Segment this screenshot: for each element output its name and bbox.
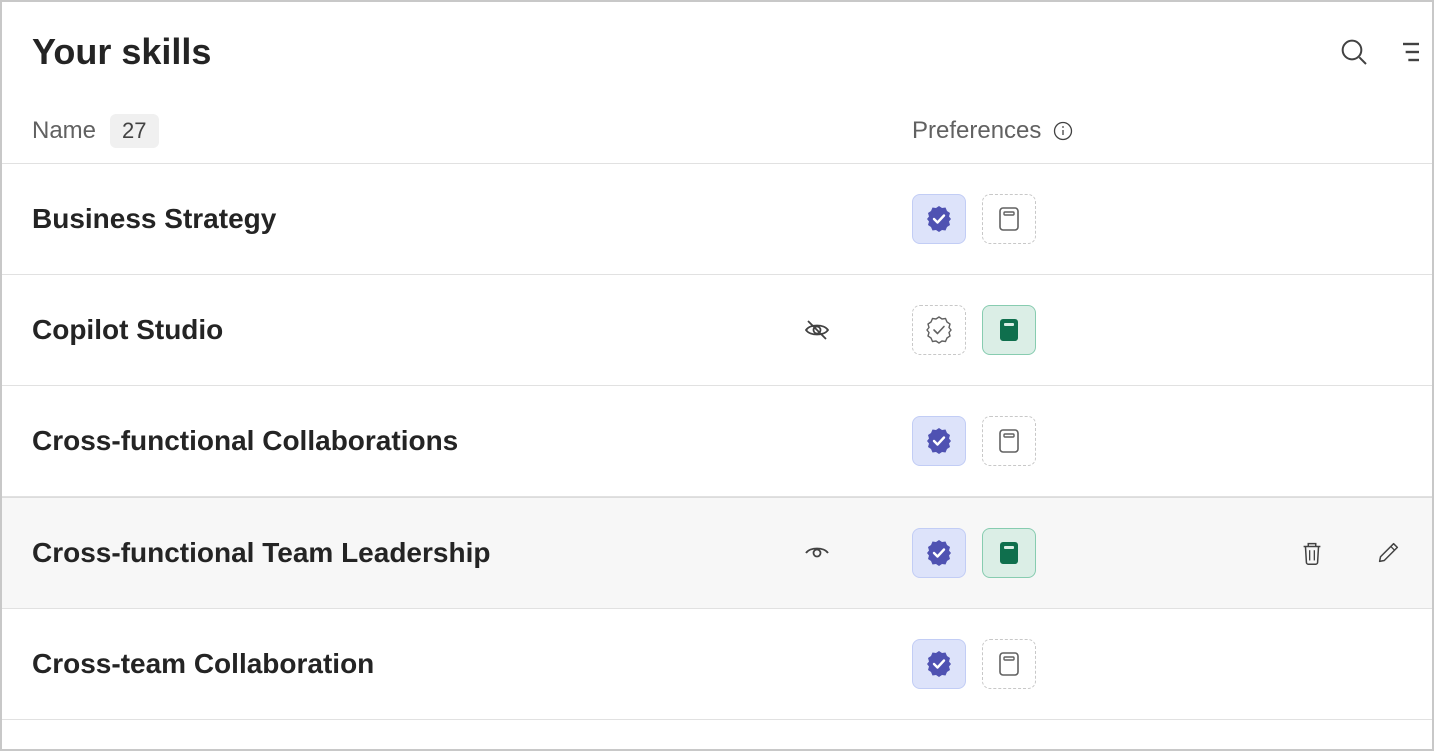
skill-name: Cross-team Collaboration (32, 648, 374, 679)
book-icon (994, 315, 1024, 345)
preferences-cell (912, 639, 1036, 689)
trash-icon (1298, 539, 1326, 567)
verified-seal-icon (924, 315, 954, 345)
columns-header: Name 27 Preferences (2, 84, 1432, 164)
preferences-cell (912, 416, 1036, 466)
row-actions (1292, 533, 1408, 573)
skill-name: Business Strategy (32, 203, 276, 234)
book-icon (994, 426, 1024, 456)
book-icon (994, 538, 1024, 568)
learn-preference[interactable] (982, 528, 1036, 578)
info-icon[interactable] (1053, 121, 1073, 141)
verified-seal-icon (924, 538, 954, 568)
skills-list: Business Strategy Copilot Studio Cross-fun… (2, 164, 1432, 720)
visibility-cell (802, 315, 912, 345)
skill-name-cell: Cross-functional Collaborations (32, 425, 802, 457)
verified-preference[interactable] (912, 416, 966, 466)
learn-preference[interactable] (982, 639, 1036, 689)
search-icon (1338, 36, 1370, 68)
verified-preference[interactable] (912, 639, 966, 689)
column-name-label: Name (32, 117, 96, 145)
skill-name-cell: Cross-team Collaboration (32, 648, 802, 680)
column-preferences-header[interactable]: Preferences (912, 117, 1073, 145)
learn-preference[interactable] (982, 194, 1036, 244)
verified-seal-icon (924, 426, 954, 456)
learn-preference[interactable] (982, 416, 1036, 466)
skill-row[interactable]: Cross-functional Collaborations (2, 386, 1432, 497)
page-title: Your skills (32, 31, 211, 73)
search-button[interactable] (1332, 30, 1376, 74)
header-actions (1332, 30, 1408, 74)
skill-name: Cross-functional Collaborations (32, 425, 458, 456)
filter-button[interactable] (1396, 30, 1426, 74)
skill-name-cell: Business Strategy (32, 203, 802, 235)
skills-count-badge: 27 (110, 114, 158, 148)
verified-seal-icon (924, 204, 954, 234)
verified-seal-icon (924, 649, 954, 679)
eye-visible-icon[interactable] (802, 538, 832, 568)
skill-name-cell: Copilot Studio (32, 314, 802, 346)
pencil-icon (1374, 539, 1402, 567)
edit-button[interactable] (1368, 533, 1408, 573)
verified-preference[interactable] (912, 194, 966, 244)
preferences-cell (912, 194, 1036, 244)
verified-preference[interactable] (912, 528, 966, 578)
skill-name: Copilot Studio (32, 314, 223, 345)
skill-row[interactable]: Cross-functional Team Leadership (2, 497, 1432, 609)
column-name-header[interactable]: Name 27 (32, 114, 912, 148)
skill-row[interactable]: Business Strategy (2, 164, 1432, 275)
preferences-cell (912, 305, 1036, 355)
column-preferences-label: Preferences (912, 117, 1041, 145)
filter-icon (1402, 36, 1420, 68)
eye-hidden-icon[interactable] (802, 315, 832, 345)
visibility-cell (802, 538, 912, 568)
preferences-cell (912, 528, 1036, 578)
delete-button[interactable] (1292, 533, 1332, 573)
book-icon (994, 649, 1024, 679)
page-header: Your skills (2, 2, 1432, 84)
learn-preference[interactable] (982, 305, 1036, 355)
skill-row[interactable]: Copilot Studio (2, 275, 1432, 386)
skill-row[interactable]: Cross-team Collaboration (2, 609, 1432, 720)
skill-name-cell: Cross-functional Team Leadership (32, 537, 802, 569)
book-icon (994, 204, 1024, 234)
verified-preference[interactable] (912, 305, 966, 355)
skill-name: Cross-functional Team Leadership (32, 537, 490, 568)
